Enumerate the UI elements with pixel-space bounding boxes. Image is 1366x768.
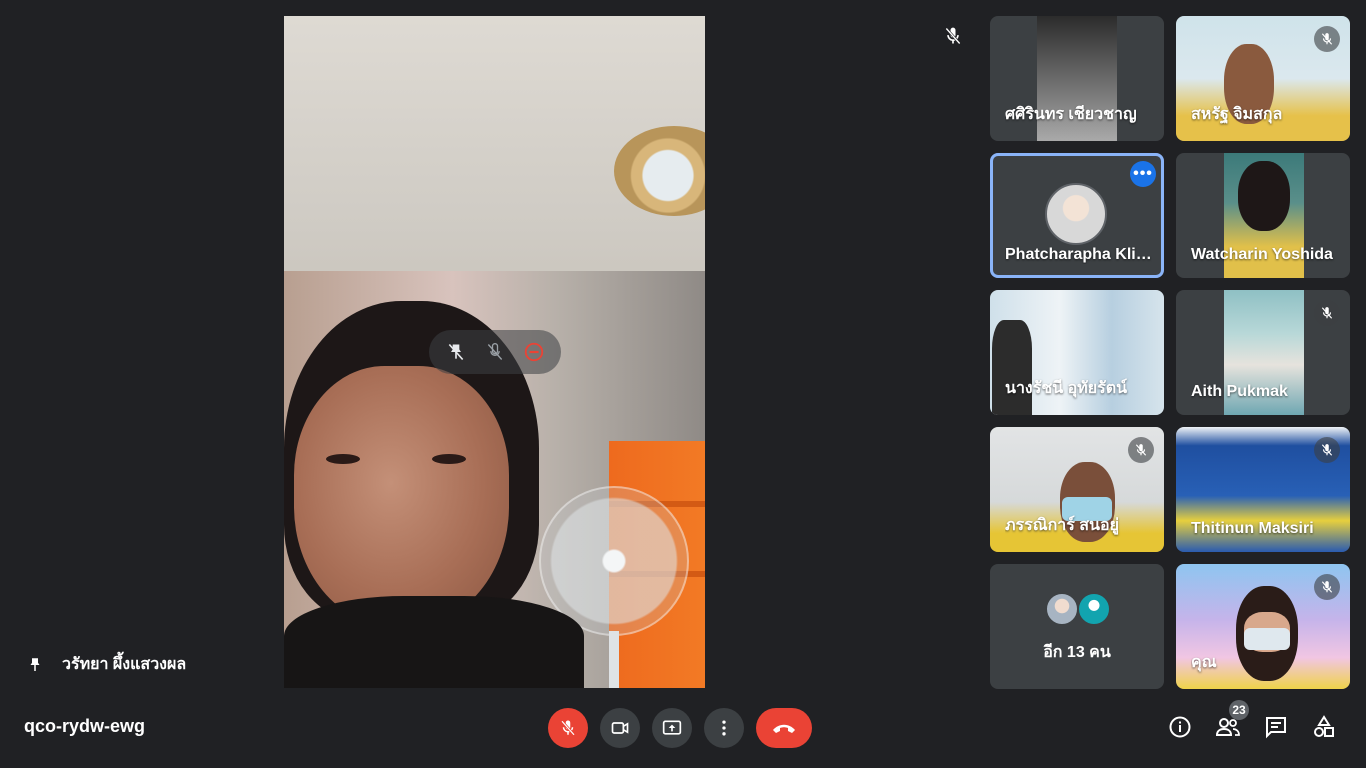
mic-off-icon	[1314, 300, 1340, 326]
main-speaker-video[interactable]	[284, 16, 705, 688]
others-avatars	[1045, 592, 1111, 626]
remove-icon[interactable]	[520, 338, 548, 366]
participant-tile[interactable]: Watcharin Yoshida	[1176, 153, 1350, 278]
pinned-speaker-label: วรัทยา ผึ้งแสวงผล	[26, 652, 186, 677]
participant-tile[interactable]: ภรรณิการ์ สนอยู่	[990, 427, 1164, 552]
mic-off-icon	[1128, 437, 1154, 463]
participant-name: ภรรณิการ์ สนอยู่	[1005, 517, 1119, 534]
mic-off-icon	[1314, 574, 1340, 600]
participant-tile[interactable]: ศศิรินทร เชียวชาญ	[990, 16, 1164, 141]
avatar	[1077, 592, 1111, 626]
participant-name: นางรัชนี อุทัยรัตน์	[1005, 380, 1128, 397]
participant-name: Phatcharapha Klinsukhon	[1005, 246, 1152, 263]
mic-off-icon	[945, 27, 961, 45]
mic-toggle-button[interactable]	[548, 708, 588, 748]
participant-name: ศศิรินทร เชียวชาญ	[1005, 106, 1137, 123]
others-tile[interactable]: อีก 13 คน	[990, 564, 1164, 689]
participant-tile[interactable]: สหรัฐ จิมสกุล	[1176, 16, 1350, 141]
tile-hover-controls	[429, 330, 561, 374]
participant-count-badge: 23	[1229, 700, 1249, 720]
camera-icon	[611, 722, 629, 734]
mic-off-icon[interactable]	[481, 338, 509, 366]
avatar	[1045, 592, 1079, 626]
present-button[interactable]	[652, 708, 692, 748]
mic-off-icon	[561, 720, 575, 736]
mic-off-icon	[1314, 26, 1340, 52]
activities-button[interactable]	[1311, 714, 1337, 740]
participant-name: คุณ	[1191, 654, 1217, 671]
participant-name: Watcharin Yoshida	[1191, 246, 1333, 263]
present-icon	[662, 720, 682, 735]
participant-tile[interactable]: ••• Phatcharapha Klinsukhon	[990, 153, 1164, 278]
info-icon	[1169, 716, 1191, 738]
hangup-icon	[773, 724, 795, 733]
chat-icon	[1266, 717, 1286, 739]
participant-name: Thitinun Maksiri	[1191, 520, 1314, 537]
pin-icon	[30, 657, 40, 671]
participant-name: Aith Pukmak	[1191, 383, 1288, 400]
participant-tile[interactable]: Thitinun Maksiri	[1176, 427, 1350, 552]
speaker-name: วรัทยา ผึ้งแสวงผล	[62, 656, 187, 673]
others-count-label: อีก 13 คน	[1043, 644, 1111, 661]
mic-off-icon	[1314, 437, 1340, 463]
more-options-button[interactable]: •••	[1130, 161, 1156, 187]
more-vert-icon	[722, 720, 726, 736]
camera-toggle-button[interactable]	[600, 708, 640, 748]
participant-name: สหรัฐ จิมสกุล	[1191, 106, 1283, 123]
meeting-details-button[interactable]	[1167, 714, 1193, 740]
chat-button[interactable]	[1263, 714, 1289, 740]
meeting-code: qco-rydw-ewg	[24, 716, 146, 736]
avatar	[1045, 183, 1107, 245]
more-options-button[interactable]	[704, 708, 744, 748]
unpin-icon[interactable]	[442, 338, 470, 366]
participant-tile[interactable]: Aith Pukmak	[1176, 290, 1350, 415]
activities-icon	[1314, 715, 1334, 737]
leave-call-button[interactable]	[756, 708, 812, 748]
participant-tile[interactable]: นางรัชนี อุทัยรัตน์	[990, 290, 1164, 415]
self-tile[interactable]: คุณ	[1176, 564, 1350, 689]
